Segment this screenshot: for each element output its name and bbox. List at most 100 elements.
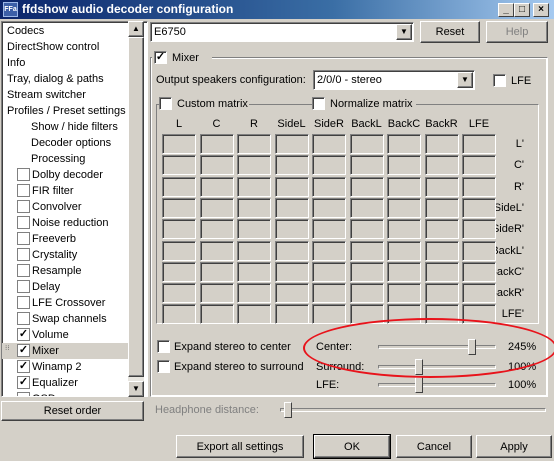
matrix-cell[interactable] bbox=[237, 283, 271, 304]
matrix-cell[interactable] bbox=[462, 240, 496, 261]
matrix-cell[interactable] bbox=[312, 155, 346, 176]
matrix-cell[interactable] bbox=[349, 134, 384, 154]
matrix-cell[interactable] bbox=[312, 283, 346, 304]
maximize-button[interactable]: □ bbox=[514, 3, 530, 17]
export-settings-button[interactable]: Export all settings bbox=[176, 435, 304, 458]
matrix-cell[interactable] bbox=[387, 176, 421, 197]
matrix-cell[interactable] bbox=[237, 304, 271, 325]
matrix-cell[interactable] bbox=[199, 283, 234, 304]
expand-surround-checkbox[interactable] bbox=[157, 360, 170, 373]
matrix-cell[interactable] bbox=[312, 240, 346, 261]
matrix-cell[interactable] bbox=[462, 261, 496, 282]
apply-button[interactable]: Apply bbox=[476, 435, 552, 458]
sidebar-item[interactable]: Tray, dialog & paths bbox=[2, 71, 128, 87]
sidebar-item-checkbox[interactable] bbox=[17, 200, 30, 213]
matrix-cell[interactable] bbox=[162, 176, 196, 197]
matrix-cell[interactable] bbox=[424, 197, 459, 218]
lfe-level-slider-thumb[interactable] bbox=[415, 377, 423, 393]
sidebar-item-checkbox[interactable] bbox=[17, 296, 30, 309]
matrix-cell[interactable] bbox=[387, 197, 421, 218]
sidebar-item-checkbox[interactable]: ✓ bbox=[17, 328, 30, 341]
sidebar-item-checkbox[interactable] bbox=[17, 216, 30, 229]
matrix-cell[interactable] bbox=[274, 219, 309, 240]
matrix-cell[interactable] bbox=[162, 197, 196, 218]
matrix-cell[interactable] bbox=[162, 219, 196, 240]
chevron-down-icon[interactable]: ▼ bbox=[457, 72, 473, 88]
sidebar-item-checkbox[interactable] bbox=[17, 184, 30, 197]
matrix-cell[interactable] bbox=[312, 219, 346, 240]
matrix-cell[interactable] bbox=[199, 176, 234, 197]
help-button[interactable]: Help bbox=[486, 21, 548, 43]
matrix-cell[interactable] bbox=[199, 219, 234, 240]
matrix-cell[interactable] bbox=[424, 134, 459, 154]
matrix-cell[interactable] bbox=[312, 176, 346, 197]
normalize-matrix-checkbox[interactable] bbox=[312, 97, 325, 110]
tree-scrollbar[interactable]: ▲ ▼ bbox=[128, 21, 144, 397]
sidebar-item-checkbox[interactable] bbox=[17, 248, 30, 261]
sidebar-item[interactable]: Show / hide filters bbox=[2, 119, 128, 135]
sidebar-item-checkbox[interactable] bbox=[17, 264, 30, 277]
chevron-down-icon[interactable]: ▼ bbox=[396, 24, 412, 40]
matrix-cell[interactable] bbox=[237, 261, 271, 282]
matrix-cell[interactable] bbox=[312, 197, 346, 218]
matrix-cell[interactable] bbox=[162, 304, 196, 325]
matrix-cell[interactable] bbox=[462, 197, 496, 218]
filter-tree[interactable]: Codecs DirectShow control Info Tray, dialog… bbox=[1, 21, 148, 397]
lfe-checkbox[interactable] bbox=[493, 74, 506, 87]
matrix-cell[interactable] bbox=[162, 261, 196, 282]
sidebar-item-checkbox[interactable] bbox=[17, 312, 30, 325]
sidebar-item[interactable]: OSD bbox=[2, 391, 128, 396]
matrix-cell[interactable] bbox=[199, 304, 234, 325]
matrix-cell[interactable] bbox=[387, 261, 421, 282]
sidebar-item-checkbox[interactable]: ✓ bbox=[17, 344, 30, 357]
sidebar-item[interactable]: Freeverb bbox=[2, 231, 128, 247]
matrix-cell[interactable] bbox=[237, 134, 271, 154]
matrix-cell[interactable] bbox=[274, 197, 309, 218]
normalize-matrix-toggle[interactable]: Normalize matrix bbox=[312, 96, 416, 112]
drag-handle-icon[interactable]: ⁝⁝ bbox=[5, 345, 14, 356]
matrix-cell[interactable] bbox=[349, 155, 384, 176]
matrix-cell[interactable] bbox=[274, 240, 309, 261]
headphone-distance-slider[interactable] bbox=[280, 401, 548, 419]
sidebar-item[interactable]: Swap channels bbox=[2, 311, 128, 327]
matrix-cell[interactable] bbox=[387, 283, 421, 304]
title-bar[interactable]: FFa ffdshow audio decoder configuration … bbox=[0, 0, 554, 19]
matrix-cell[interactable] bbox=[199, 240, 234, 261]
scroll-thumb[interactable] bbox=[128, 37, 144, 377]
preset-select[interactable]: E6750 ▼ bbox=[150, 22, 414, 42]
sidebar-item[interactable]: ✓ Mixer bbox=[2, 343, 128, 359]
matrix-cell[interactable] bbox=[424, 155, 459, 176]
matrix-cell[interactable] bbox=[237, 176, 271, 197]
matrix-cell[interactable] bbox=[274, 283, 309, 304]
sidebar-item[interactable]: Delay bbox=[2, 279, 128, 295]
close-button[interactable]: × bbox=[533, 3, 549, 17]
cancel-button[interactable]: Cancel bbox=[396, 435, 472, 458]
sidebar-item[interactable]: FIR filter bbox=[2, 183, 128, 199]
sidebar-item[interactable]: ✓ Equalizer bbox=[2, 375, 128, 391]
sidebar-item[interactable]: Noise reduction bbox=[2, 215, 128, 231]
ok-button[interactable]: OK bbox=[313, 434, 391, 459]
matrix-cell[interactable] bbox=[274, 304, 309, 325]
matrix-cell[interactable] bbox=[349, 176, 384, 197]
sidebar-item-checkbox[interactable]: ✓ bbox=[17, 360, 30, 373]
matrix-cell[interactable] bbox=[199, 134, 234, 154]
custom-matrix-toggle[interactable]: Custom matrix bbox=[159, 96, 249, 112]
matrix-cell[interactable] bbox=[349, 219, 384, 240]
mixer-toggle[interactable]: ✓ Mixer bbox=[152, 50, 212, 66]
matrix-cell[interactable] bbox=[199, 155, 234, 176]
sidebar-item[interactable]: ✓ Volume bbox=[2, 327, 128, 343]
sidebar-item[interactable]: Decoder options bbox=[2, 135, 128, 151]
matrix-cell[interactable] bbox=[199, 197, 234, 218]
matrix-cell[interactable] bbox=[162, 155, 196, 176]
matrix-cell[interactable] bbox=[274, 176, 309, 197]
matrix-cell[interactable] bbox=[274, 134, 309, 154]
mixer-checkbox[interactable]: ✓ bbox=[154, 51, 167, 64]
matrix-cell[interactable] bbox=[462, 155, 496, 176]
matrix-cell[interactable] bbox=[424, 261, 459, 282]
sidebar-item[interactable]: Info bbox=[2, 55, 128, 71]
sidebar-item[interactable]: Dolby decoder bbox=[2, 167, 128, 183]
matrix-cell[interactable] bbox=[312, 261, 346, 282]
matrix-cell[interactable] bbox=[312, 134, 346, 154]
matrix-cell[interactable] bbox=[162, 134, 196, 154]
matrix-cell[interactable] bbox=[387, 155, 421, 176]
